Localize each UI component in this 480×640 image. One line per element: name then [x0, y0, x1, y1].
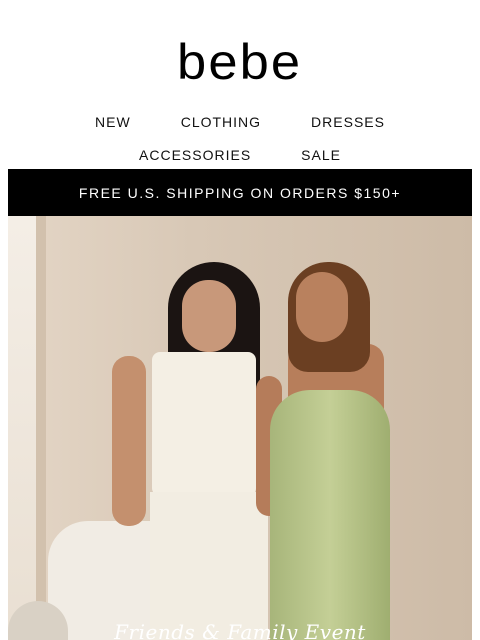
- model-right-face: [296, 272, 348, 342]
- hero-bg-window: [8, 216, 36, 640]
- hero-bg-window-frame: [36, 216, 46, 640]
- nav-item-clothing[interactable]: CLOTHING: [181, 114, 261, 130]
- nav-item-new[interactable]: NEW: [95, 114, 131, 130]
- hero-headline: Friends & Family Event: [114, 620, 366, 640]
- hero-image[interactable]: Friends & Family Event: [8, 216, 472, 640]
- model-left-face: [182, 280, 236, 352]
- model-left-pants: [150, 492, 268, 640]
- brand-logo[interactable]: bebe: [177, 37, 302, 87]
- nav-item-accessories[interactable]: ACCESSORIES: [139, 147, 251, 163]
- model-left-arm: [112, 356, 146, 526]
- promo-text: FREE U.S. SHIPPING ON ORDERS $150+: [78, 184, 402, 201]
- nav-primary-row: NEW CLOTHING DRESSES: [0, 114, 480, 130]
- model-right-dress: [270, 390, 390, 640]
- nav-item-sale[interactable]: SALE: [301, 147, 341, 163]
- logo-container[interactable]: bebe: [0, 37, 480, 87]
- model-left-top: [152, 352, 256, 496]
- promo-banner[interactable]: FREE U.S. SHIPPING ON ORDERS $150+: [8, 169, 472, 216]
- nav-item-dresses[interactable]: DRESSES: [311, 114, 385, 130]
- nav-secondary-row: ACCESSORIES SALE: [0, 147, 480, 163]
